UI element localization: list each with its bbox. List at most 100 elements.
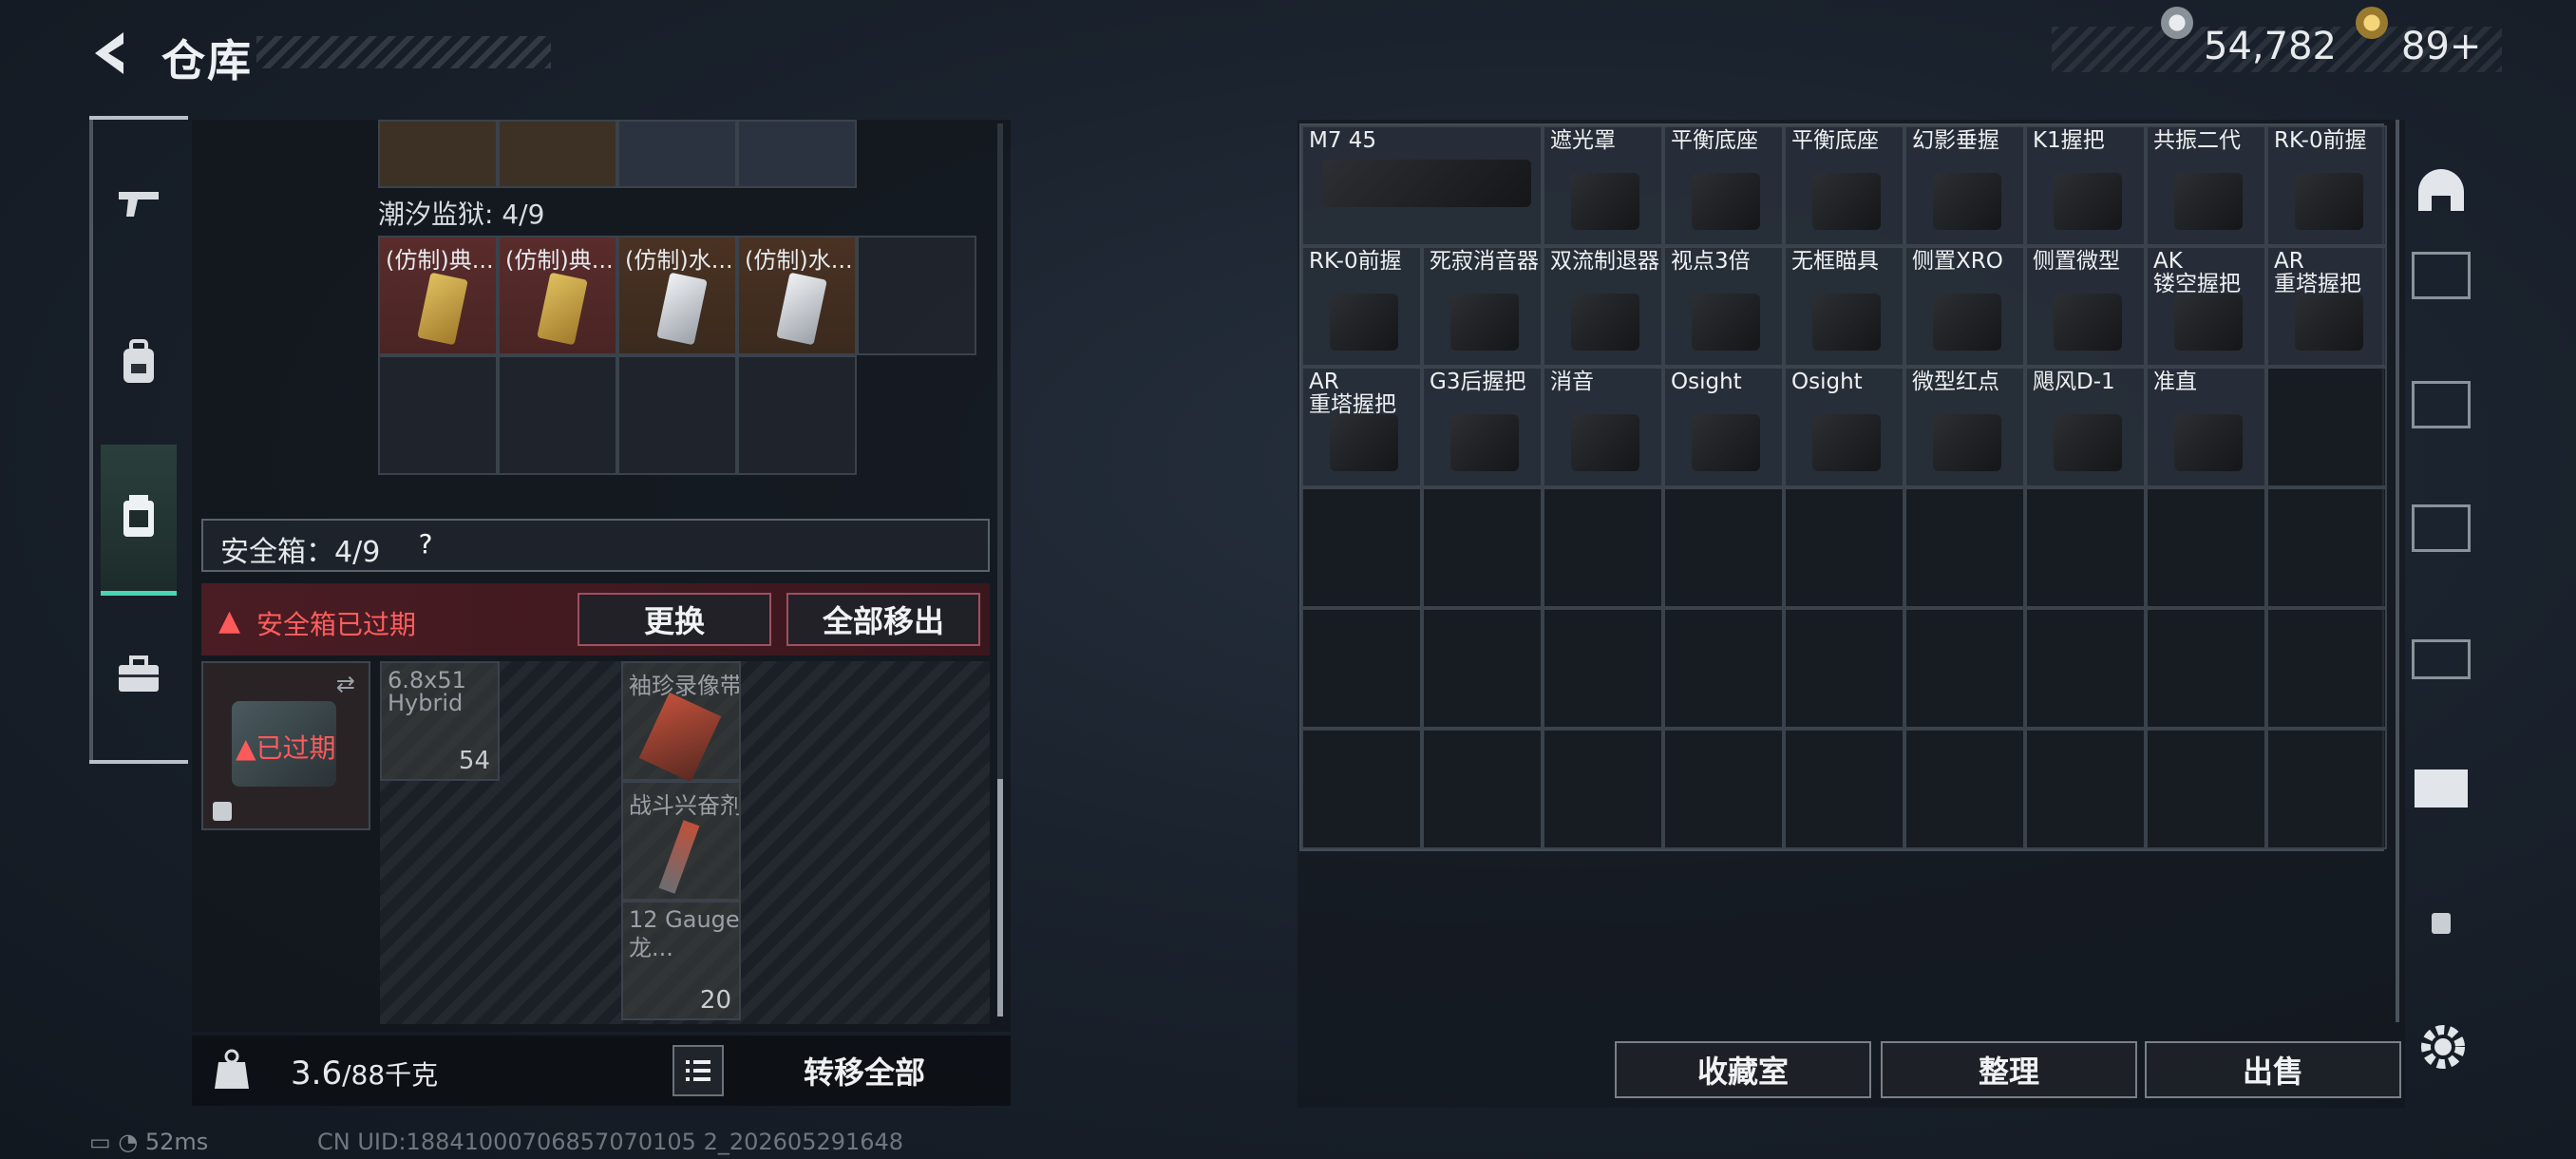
empty-cell[interactable]: [2025, 729, 2146, 849]
inventory-item[interactable]: 侧置XRO: [1904, 246, 2025, 367]
tab-3[interactable]: [2405, 623, 2477, 695]
empty-cell[interactable]: [1904, 729, 2025, 849]
empty-cell[interactable]: [1422, 608, 1543, 729]
inventory-item[interactable]: 飓风D-1: [2025, 367, 2146, 487]
inventory-item[interactable]: 共振二代: [2146, 125, 2266, 246]
inventory-item[interactable]: 平衡底座: [1784, 125, 1904, 246]
item-cell[interactable]: 6.8x51 Hybrid 54: [380, 661, 500, 781]
nav-container[interactable]: [99, 477, 179, 557]
inventory-item[interactable]: AR 重塔握把: [1301, 367, 1422, 487]
item-cell[interactable]: [737, 120, 857, 188]
nav-gear[interactable]: [99, 323, 179, 403]
inventory-item[interactable]: 准直: [2146, 367, 2266, 487]
inventory-item[interactable]: AK 镂空握把: [2146, 246, 2266, 367]
swap-icon: ⇄: [335, 671, 355, 697]
empty-cell[interactable]: [617, 355, 737, 475]
tab-locked[interactable]: [2405, 887, 2477, 960]
inventory-item[interactable]: 无框瞄具: [1784, 246, 1904, 367]
empty-cell[interactable]: [1663, 729, 1784, 849]
collection-button[interactable]: 收藏室: [1615, 1041, 1871, 1098]
item-cell[interactable]: (仿制)水...: [737, 236, 857, 355]
help-icon[interactable]: ?: [408, 527, 443, 561]
empty-cell[interactable]: [1663, 487, 1784, 608]
empty-cell[interactable]: [857, 236, 976, 355]
empty-cell[interactable]: [2146, 608, 2266, 729]
inventory-item[interactable]: K1握把: [2025, 125, 2146, 246]
gold-balance[interactable]: 89+: [2401, 25, 2481, 68]
empty-cell[interactable]: [2266, 729, 2387, 849]
inventory-item[interactable]: Osight: [1784, 367, 1904, 487]
nav-weapon[interactable]: [99, 163, 179, 243]
empty-cell[interactable]: [1663, 608, 1784, 729]
inventory-item[interactable]: 平衡底座: [1663, 125, 1784, 246]
inventory-item[interactable]: Osight: [1663, 367, 1784, 487]
empty-cell[interactable]: [1543, 487, 1663, 608]
list-view-button[interactable]: [672, 1045, 724, 1096]
settings-button[interactable]: [2413, 1016, 2473, 1077]
item-cell[interactable]: 12 Gauge 龙... 20: [621, 901, 741, 1020]
empty-cell[interactable]: [2266, 367, 2387, 487]
item-cell[interactable]: (仿制)水...: [617, 236, 737, 355]
tab-4[interactable]: [2405, 239, 2477, 312]
empty-cell[interactable]: [498, 355, 617, 475]
empty-cell[interactable]: [1543, 729, 1663, 849]
item-cell[interactable]: (仿制)典...: [498, 236, 617, 355]
scrollbar-thumb[interactable]: [997, 779, 1003, 1016]
empty-cell[interactable]: [1784, 608, 1904, 729]
empty-cell[interactable]: [1904, 608, 2025, 729]
inventory-item[interactable]: 双流制退器: [1543, 246, 1663, 367]
empty-cell[interactable]: [1784, 487, 1904, 608]
empty-cell[interactable]: [2146, 487, 2266, 608]
move-all-button[interactable]: 全部移出: [786, 593, 980, 646]
tab-all[interactable]: [2405, 156, 2477, 228]
empty-cell[interactable]: [737, 355, 857, 475]
weight-readout: 3.6/88千克: [291, 1054, 439, 1092]
inventory-item[interactable]: 幻影垂握: [1904, 125, 2025, 246]
empty-cell[interactable]: [2266, 487, 2387, 608]
item-cell[interactable]: [617, 120, 737, 188]
item-cell[interactable]: 袖珍录像带: [621, 661, 741, 783]
item-cell[interactable]: [498, 120, 617, 188]
nav-briefcase[interactable]: [99, 635, 179, 714]
empty-cell[interactable]: [1904, 487, 2025, 608]
inventory-item[interactable]: G3后握把: [1422, 367, 1543, 487]
empty-cell[interactable]: [1301, 729, 1422, 849]
back-button[interactable]: [85, 27, 139, 80]
inventory-item[interactable]: 消音: [1543, 367, 1663, 487]
empty-cell[interactable]: [1301, 487, 1422, 608]
item-cell[interactable]: (仿制)典...: [378, 236, 498, 355]
item-image: [1330, 414, 1398, 471]
empty-cell[interactable]: [2146, 729, 2266, 849]
item-cell[interactable]: [378, 120, 498, 188]
empty-cell[interactable]: [1543, 608, 1663, 729]
transfer-all-button[interactable]: 转移全部: [731, 1043, 997, 1098]
inventory-item[interactable]: 微型红点: [1904, 367, 2025, 487]
inventory-item[interactable]: 死寂消音器: [1422, 246, 1543, 367]
tab-5[interactable]: [2405, 369, 2477, 441]
empty-cell[interactable]: [1301, 608, 1422, 729]
replace-button[interactable]: 更换: [578, 593, 771, 646]
empty-cell[interactable]: [1422, 729, 1543, 849]
empty-cell[interactable]: [2025, 487, 2146, 608]
inventory-item[interactable]: 侧置微型: [2025, 246, 2146, 367]
inventory-item[interactable]: RK-0前握: [1301, 246, 1422, 367]
inventory-item[interactable]: 遮光罩: [1543, 125, 1663, 246]
tab-4b[interactable]: [2405, 492, 2477, 564]
empty-cell[interactable]: [1422, 487, 1543, 608]
empty-cell[interactable]: [378, 355, 498, 475]
inventory-item[interactable]: RK-0前握: [2266, 125, 2387, 246]
empty-cell[interactable]: [2025, 608, 2146, 729]
gold-coin-icon: [2356, 7, 2388, 39]
tidy-button[interactable]: 整理: [1881, 1041, 2137, 1098]
item-label: 消音: [1550, 370, 1594, 394]
inventory-item[interactable]: 视点3倍: [1663, 246, 1784, 367]
item-cell[interactable]: 战斗兴奋剂: [621, 781, 741, 901]
armor-icon: [2412, 504, 2471, 552]
sell-button[interactable]: 出售: [2145, 1041, 2401, 1098]
inventory-item[interactable]: AR 重塔握把: [2266, 246, 2387, 367]
empty-cell[interactable]: [1784, 729, 1904, 849]
tab-attachments[interactable]: [2405, 752, 2477, 825]
safebox-label: 安全箱：4/9: [220, 536, 381, 569]
empty-cell[interactable]: [2266, 608, 2387, 729]
inventory-item[interactable]: M7 45: [1301, 125, 1543, 246]
